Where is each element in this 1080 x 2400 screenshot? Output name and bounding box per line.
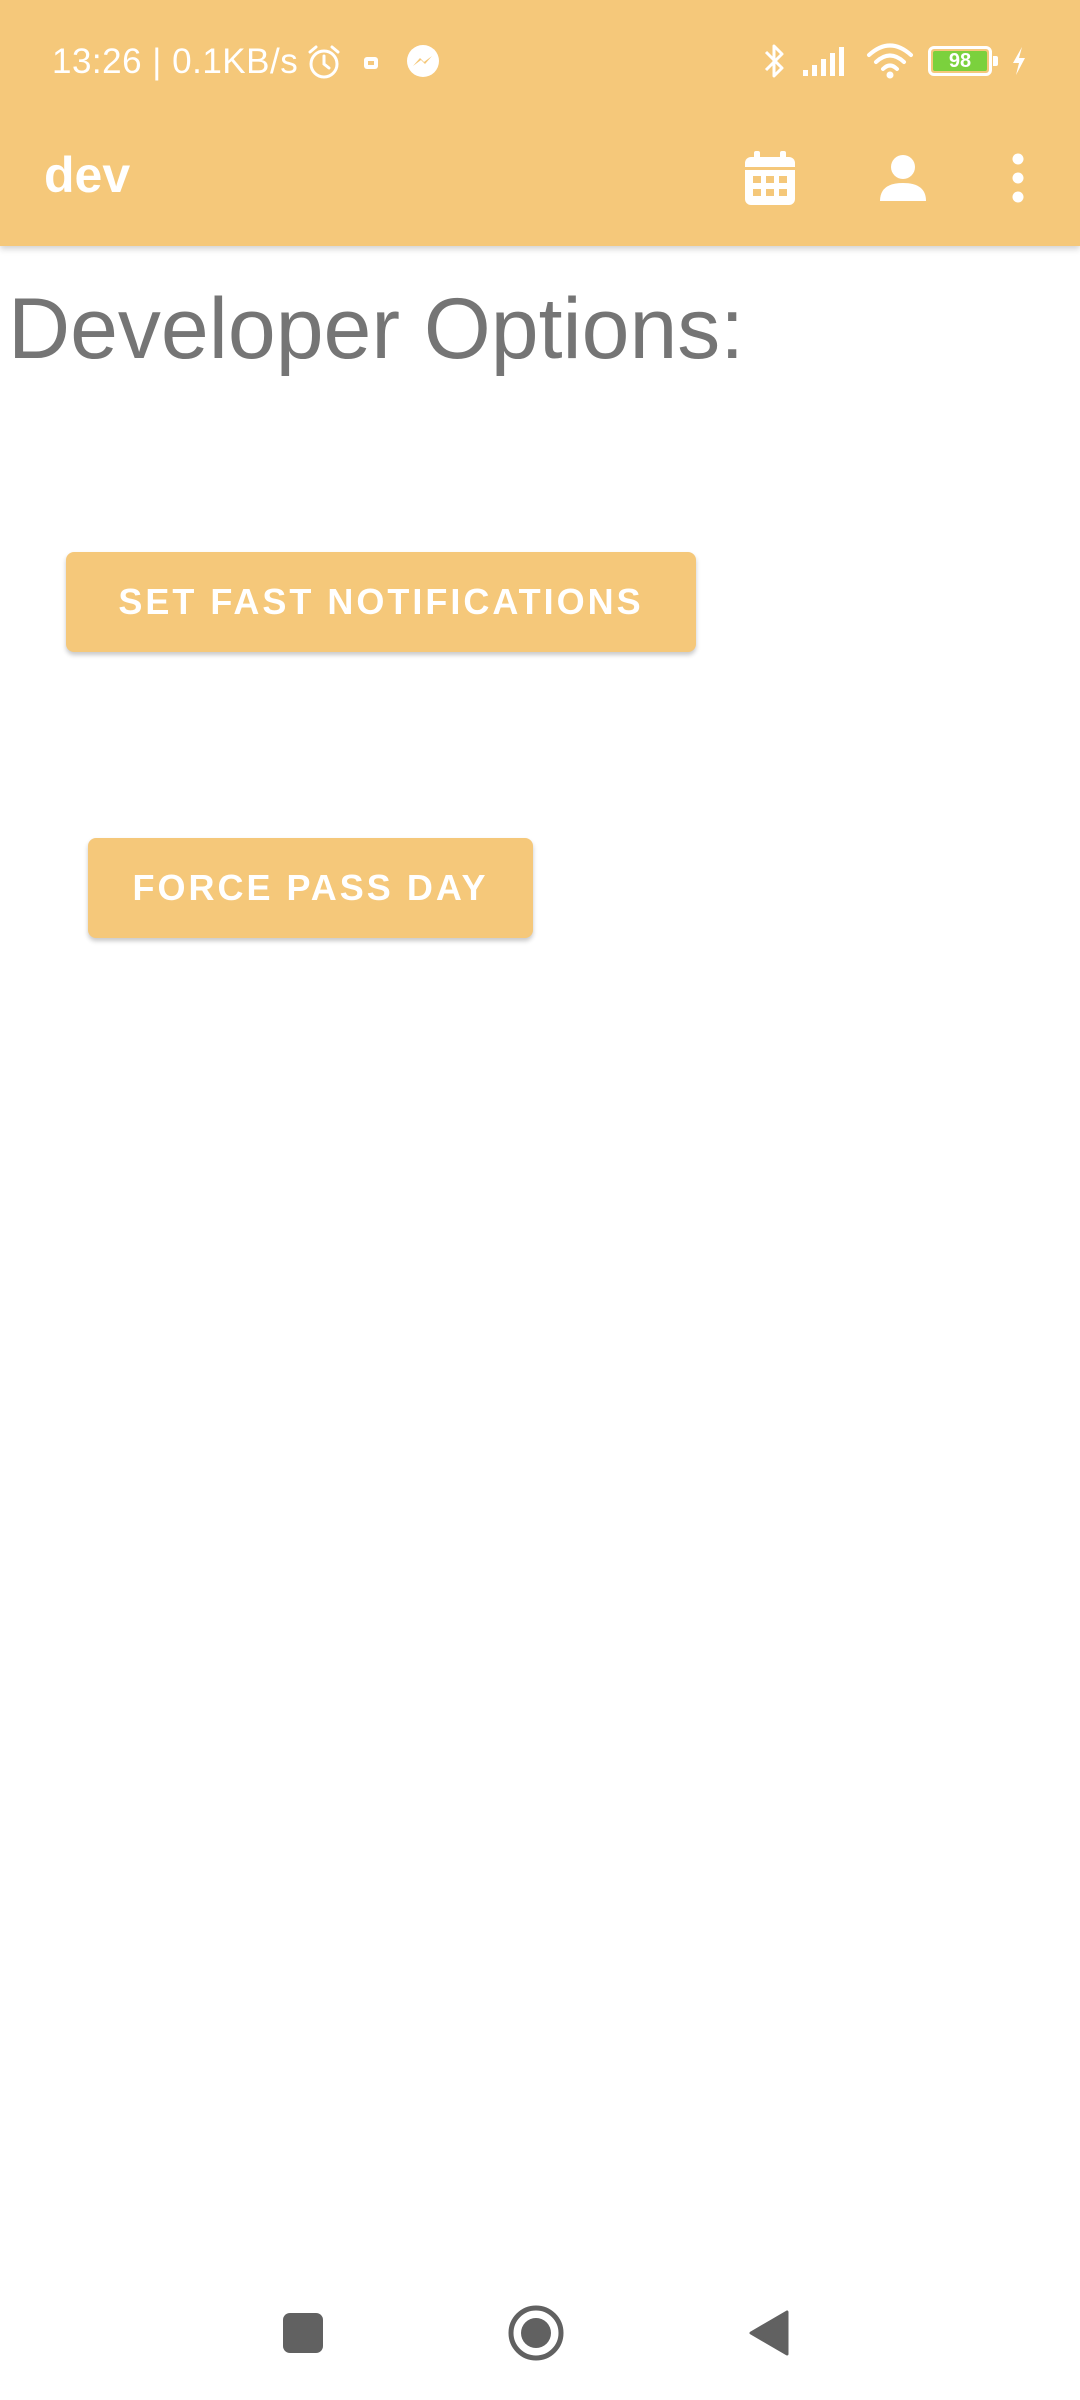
back-icon [747, 2309, 791, 2362]
battery-nub [993, 56, 998, 66]
status-bar-right: 98 [762, 36, 1028, 86]
calendar-icon [743, 149, 797, 212]
back-button[interactable] [724, 2290, 814, 2380]
status-time: 13:26 | 0.1KB/s [52, 42, 299, 81]
status-bar: 13:26 | 0.1KB/s 98 [0, 0, 1080, 122]
page-title: Developer Options: [8, 281, 745, 377]
app-bar: dev [0, 122, 1080, 246]
app-title: dev [44, 147, 131, 203]
account-icon [878, 153, 928, 208]
account-button[interactable] [863, 140, 943, 220]
recent-apps-button[interactable] [258, 2290, 348, 2380]
battery-icon: 98 [928, 46, 998, 76]
more-options-icon [1011, 152, 1025, 209]
bluetooth-icon [762, 41, 788, 81]
calendar-button[interactable] [730, 140, 810, 220]
alarm-clock-icon [304, 42, 344, 82]
notification-icon [360, 51, 382, 73]
set-fast-notifications-button[interactable]: SET FAST NOTIFICATIONS [66, 552, 696, 652]
battery-level: 98 [948, 50, 972, 72]
navigation-bar [0, 2290, 1080, 2380]
status-bar-left: 13:26 | 0.1KB/s [52, 38, 442, 86]
cellular-signal-icon [802, 44, 852, 78]
force-pass-day-button[interactable]: FORCE PASS DAY [88, 838, 533, 938]
more-options-button[interactable] [978, 140, 1058, 220]
wifi-icon [866, 42, 914, 80]
messenger-icon [404, 43, 442, 81]
home-icon [507, 2304, 565, 2367]
home-button[interactable] [491, 2290, 581, 2380]
top-bar: 13:26 | 0.1KB/s 98 dev [0, 0, 1080, 246]
recent-apps-icon [282, 2312, 324, 2359]
charging-icon [1010, 45, 1028, 77]
